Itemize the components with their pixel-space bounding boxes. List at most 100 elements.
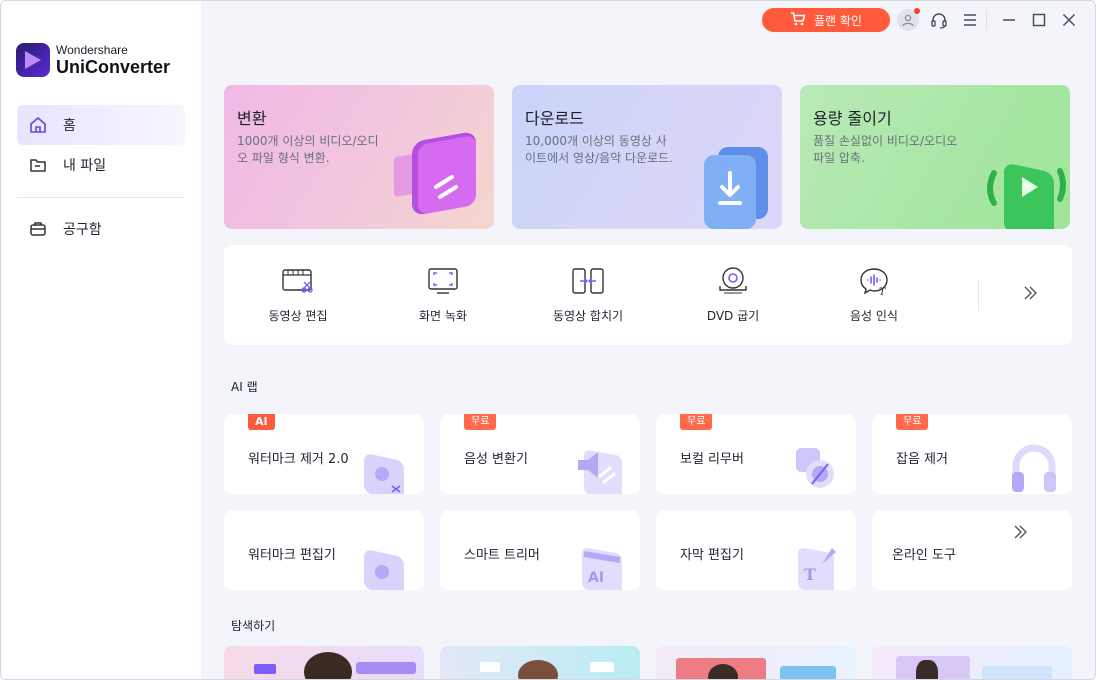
close-icon xyxy=(1062,13,1076,27)
video-merge-icon xyxy=(570,265,606,297)
sidebar-divider xyxy=(17,197,185,198)
subtitle-editor-icon: T xyxy=(798,548,836,590)
notification-dot xyxy=(914,8,920,14)
card-title: 변환 xyxy=(237,109,267,128)
download-card[interactable]: 다운로드 10,000개 이상의 동영상 사이트에서 영상/음악 다운로드. xyxy=(512,85,782,229)
app-logo: Wondershare UniConverter xyxy=(16,43,170,77)
free-badge: 무료 xyxy=(464,414,497,430)
tool-label: 음성 인식 xyxy=(850,309,898,323)
titlebar-divider xyxy=(986,10,987,30)
person-thumbnail xyxy=(518,660,558,679)
logo-product: UniConverter xyxy=(56,57,171,77)
ai-card-online-tools[interactable]: 온라인 도구 xyxy=(872,510,1072,590)
card-title: 다운로드 xyxy=(525,109,584,128)
svg-text:AI: AI xyxy=(588,570,604,586)
convert-icon xyxy=(394,132,476,215)
ai-badge: AI xyxy=(248,414,275,430)
ai-card-label: 자막 편집기 xyxy=(680,548,744,563)
logo-brand: Wondershare xyxy=(56,43,128,57)
compress-icon xyxy=(987,164,1066,229)
download-icon xyxy=(704,147,768,229)
menu-button[interactable] xyxy=(959,9,981,31)
ai-card-label: 보컬 리무버 xyxy=(680,452,744,467)
ai-card-label: 온라인 도구 xyxy=(892,548,956,563)
tool-label: DVD 굽기 xyxy=(706,309,760,323)
ai-card-watermark-remover[interactable]: AI 워터마크 제거 2.0 xyxy=(224,414,424,494)
sidebar-item-home[interactable]: 홈 xyxy=(17,105,185,145)
card-description: 품질 손실없이 비디오/오디오 파일 압축. xyxy=(813,134,958,165)
folder-icon xyxy=(29,156,47,174)
logo-icon xyxy=(16,43,50,77)
more-tools-button[interactable] xyxy=(1022,285,1038,305)
thumbnail-block xyxy=(982,666,1052,679)
ai-card-label: 워터마크 제거 2.0 xyxy=(248,452,349,467)
thumbnail-block xyxy=(780,666,836,679)
tool-dvd-burn[interactable]: DVD 굽기 xyxy=(673,265,793,324)
toolbox-icon xyxy=(29,220,47,238)
ai-card-voice-changer[interactable]: 무료 음성 변환기 xyxy=(440,414,640,494)
ai-card-noise-remover[interactable]: 무료 잡음 제거 xyxy=(872,414,1072,494)
close-button[interactable] xyxy=(1058,9,1080,31)
thumbnail-chip xyxy=(480,662,500,672)
tool-screen-record[interactable]: 화면 녹화 xyxy=(383,265,503,324)
user-avatar[interactable] xyxy=(897,8,920,31)
thumbnail-bar xyxy=(356,662,416,674)
svg-text:T: T xyxy=(879,287,887,296)
maximize-icon xyxy=(1032,13,1046,27)
explore-card-3[interactable] xyxy=(656,646,856,679)
explore-card-1[interactable] xyxy=(224,646,424,679)
home-icon xyxy=(29,116,47,134)
video-edit-icon xyxy=(280,265,316,297)
support-button[interactable] xyxy=(928,9,950,31)
card-description: 10,000개 이상의 동영상 사이트에서 영상/음악 다운로드. xyxy=(525,134,673,165)
free-badge: 무료 xyxy=(896,414,929,430)
maximize-button[interactable] xyxy=(1028,9,1050,31)
watermark-remover-icon xyxy=(364,454,404,494)
convert-card[interactable]: 변환 1000개 이상의 비디오/오디오 파일 형식 변환. xyxy=(224,85,494,229)
ai-card-label: 음성 변환기 xyxy=(464,452,528,467)
tool-speech-recognition[interactable]: T 음성 인식 xyxy=(814,265,934,324)
smart-trimmer-icon: AI xyxy=(582,548,622,590)
tool-label: 화면 녹화 xyxy=(419,309,467,323)
ai-card-subtitle-editor[interactable]: 자막 편집기 T xyxy=(656,510,856,590)
sidebar-item-label: 공구함 xyxy=(63,222,102,238)
quick-tools-panel: 동영상 편집 화면 녹화 동영상 합치기 DVD 굽기 T 음성 인식 xyxy=(224,245,1072,345)
user-icon xyxy=(902,14,914,27)
double-chevron-right-icon xyxy=(1024,286,1037,300)
person-thumbnail xyxy=(304,652,352,679)
person-thumbnail xyxy=(916,660,938,679)
headset-icon xyxy=(931,13,947,29)
sidebar-item-my-files[interactable]: 내 파일 xyxy=(17,145,185,185)
tool-label: 동영상 합치기 xyxy=(552,309,624,323)
ai-card-label: 워터마크 편집기 xyxy=(248,548,336,563)
explore-card-4[interactable] xyxy=(872,646,1072,679)
explore-card-2[interactable] xyxy=(440,646,640,679)
card-title: 용량 줄이기 xyxy=(813,109,892,128)
ai-card-label: 잡음 제거 xyxy=(896,452,948,467)
ai-card-watermark-editor[interactable]: 워터마크 편집기 xyxy=(224,510,424,590)
noise-remover-icon xyxy=(1012,444,1056,492)
sidebar: Wondershare UniConverter 홈 내 파일 공구함 xyxy=(1,1,201,679)
card-description: 1000개 이상의 비디오/오디오 파일 형식 변환. xyxy=(237,134,379,165)
ai-card-label: 스마트 트리머 xyxy=(464,548,540,563)
ai-card-vocal-remover[interactable]: 무료 보컬 리무버 xyxy=(656,414,856,494)
thumbnail-chip xyxy=(590,662,614,672)
sidebar-item-label: 내 파일 xyxy=(63,158,107,174)
free-badge: 무료 xyxy=(680,414,713,430)
tool-video-edit[interactable]: 동영상 편집 xyxy=(238,265,358,324)
speech-recognition-icon: T xyxy=(856,265,892,297)
tool-video-merge[interactable]: 동영상 합치기 xyxy=(528,265,648,324)
dvd-burn-icon xyxy=(715,265,751,297)
minimize-button[interactable] xyxy=(998,9,1020,31)
cart-icon xyxy=(790,11,806,29)
vocal-remover-icon xyxy=(796,448,834,488)
watermark-editor-icon xyxy=(364,550,404,590)
plan-check-button[interactable]: 플랜 확인 xyxy=(762,8,890,32)
voice-changer-icon xyxy=(578,450,622,494)
compress-card[interactable]: 용량 줄이기 품질 손실없이 비디오/오디오 파일 압축. xyxy=(800,85,1070,229)
section-title-explore: 탐색하기 xyxy=(231,619,276,633)
tool-label: 동영상 편집 xyxy=(268,309,328,323)
sidebar-item-toolbox[interactable]: 공구함 xyxy=(17,209,185,249)
thumbnail-chip xyxy=(254,664,276,674)
ai-card-smart-trimmer[interactable]: 스마트 트리머 AI xyxy=(440,510,640,590)
